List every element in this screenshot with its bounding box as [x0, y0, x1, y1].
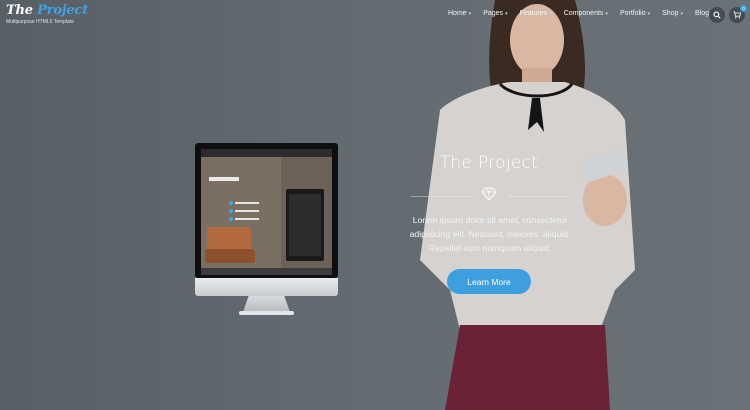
chevron-down-icon: ▾ — [680, 10, 684, 17]
navbar: The Project Multipurpose HTML5 Template … — [0, 0, 750, 32]
divider-line — [507, 196, 569, 197]
cart-count-badge: 0 — [740, 5, 747, 12]
chevron-down-icon: ▾ — [605, 10, 608, 17]
nav-item-label: Components — [563, 10, 604, 17]
monitor-chin — [195, 278, 338, 296]
cart-icon — [733, 11, 741, 19]
hero-title: The Project — [439, 153, 539, 173]
diamond-icon — [481, 187, 497, 201]
cart-button[interactable]: 0 — [729, 5, 747, 23]
monitor-screen-content — [201, 149, 332, 275]
template-preview-image — [201, 149, 332, 275]
nav-item-label: Home — [448, 10, 467, 17]
hero-background-image — [420, 0, 635, 410]
nav-item-pages[interactable]: Pages ▾ — [477, 10, 513, 17]
divider-line — [410, 196, 472, 197]
nav-item-home[interactable]: Home ▾ — [442, 10, 477, 17]
chevron-down-icon: ▾ — [549, 10, 552, 17]
monitor-screen — [195, 143, 338, 278]
chevron-down-icon: ▾ — [647, 10, 651, 17]
nav-item-label: Pages — [483, 10, 504, 17]
search-button[interactable] — [709, 7, 725, 23]
logo-title-part2: Project — [37, 3, 88, 18]
nav-item-label: Features — [519, 10, 548, 17]
nav-item-portfolio[interactable]: Portfolio ▾ — [614, 10, 656, 17]
chevron-down-icon: ▾ — [505, 10, 508, 17]
nav-item-components[interactable]: Components ▾ — [558, 10, 614, 17]
hero-description: Lorem ipsum dolor sit amet, consectetur … — [409, 215, 571, 253]
hero-section: The Project Multipurpose HTML5 Template … — [0, 0, 750, 410]
chevron-down-icon: ▾ — [468, 10, 472, 17]
nav-item-label: Portfolio — [619, 10, 646, 17]
main-nav: Home ▾ Pages ▾ Features ▾ Components ▾ Portf… — [442, 10, 720, 17]
nav-item-label: Shop — [662, 10, 679, 17]
nav-item-shop[interactable]: Shop ▾ — [656, 10, 689, 17]
nav-item-label: Blog — [695, 10, 710, 17]
site-logo[interactable]: The Project Multipurpose HTML5 Template — [6, 3, 88, 25]
logo-subtitle: Multipurpose HTML5 Template — [6, 19, 74, 25]
logo-title-part1: The — [6, 3, 38, 18]
learn-more-button[interactable]: Learn More — [447, 269, 531, 294]
monitor-stand — [243, 296, 290, 312]
nav-item-features[interactable]: Features ▾ — [514, 10, 558, 17]
logo-title: The Project — [6, 3, 88, 18]
search-icon — [713, 11, 721, 19]
monitor-base — [239, 311, 294, 315]
